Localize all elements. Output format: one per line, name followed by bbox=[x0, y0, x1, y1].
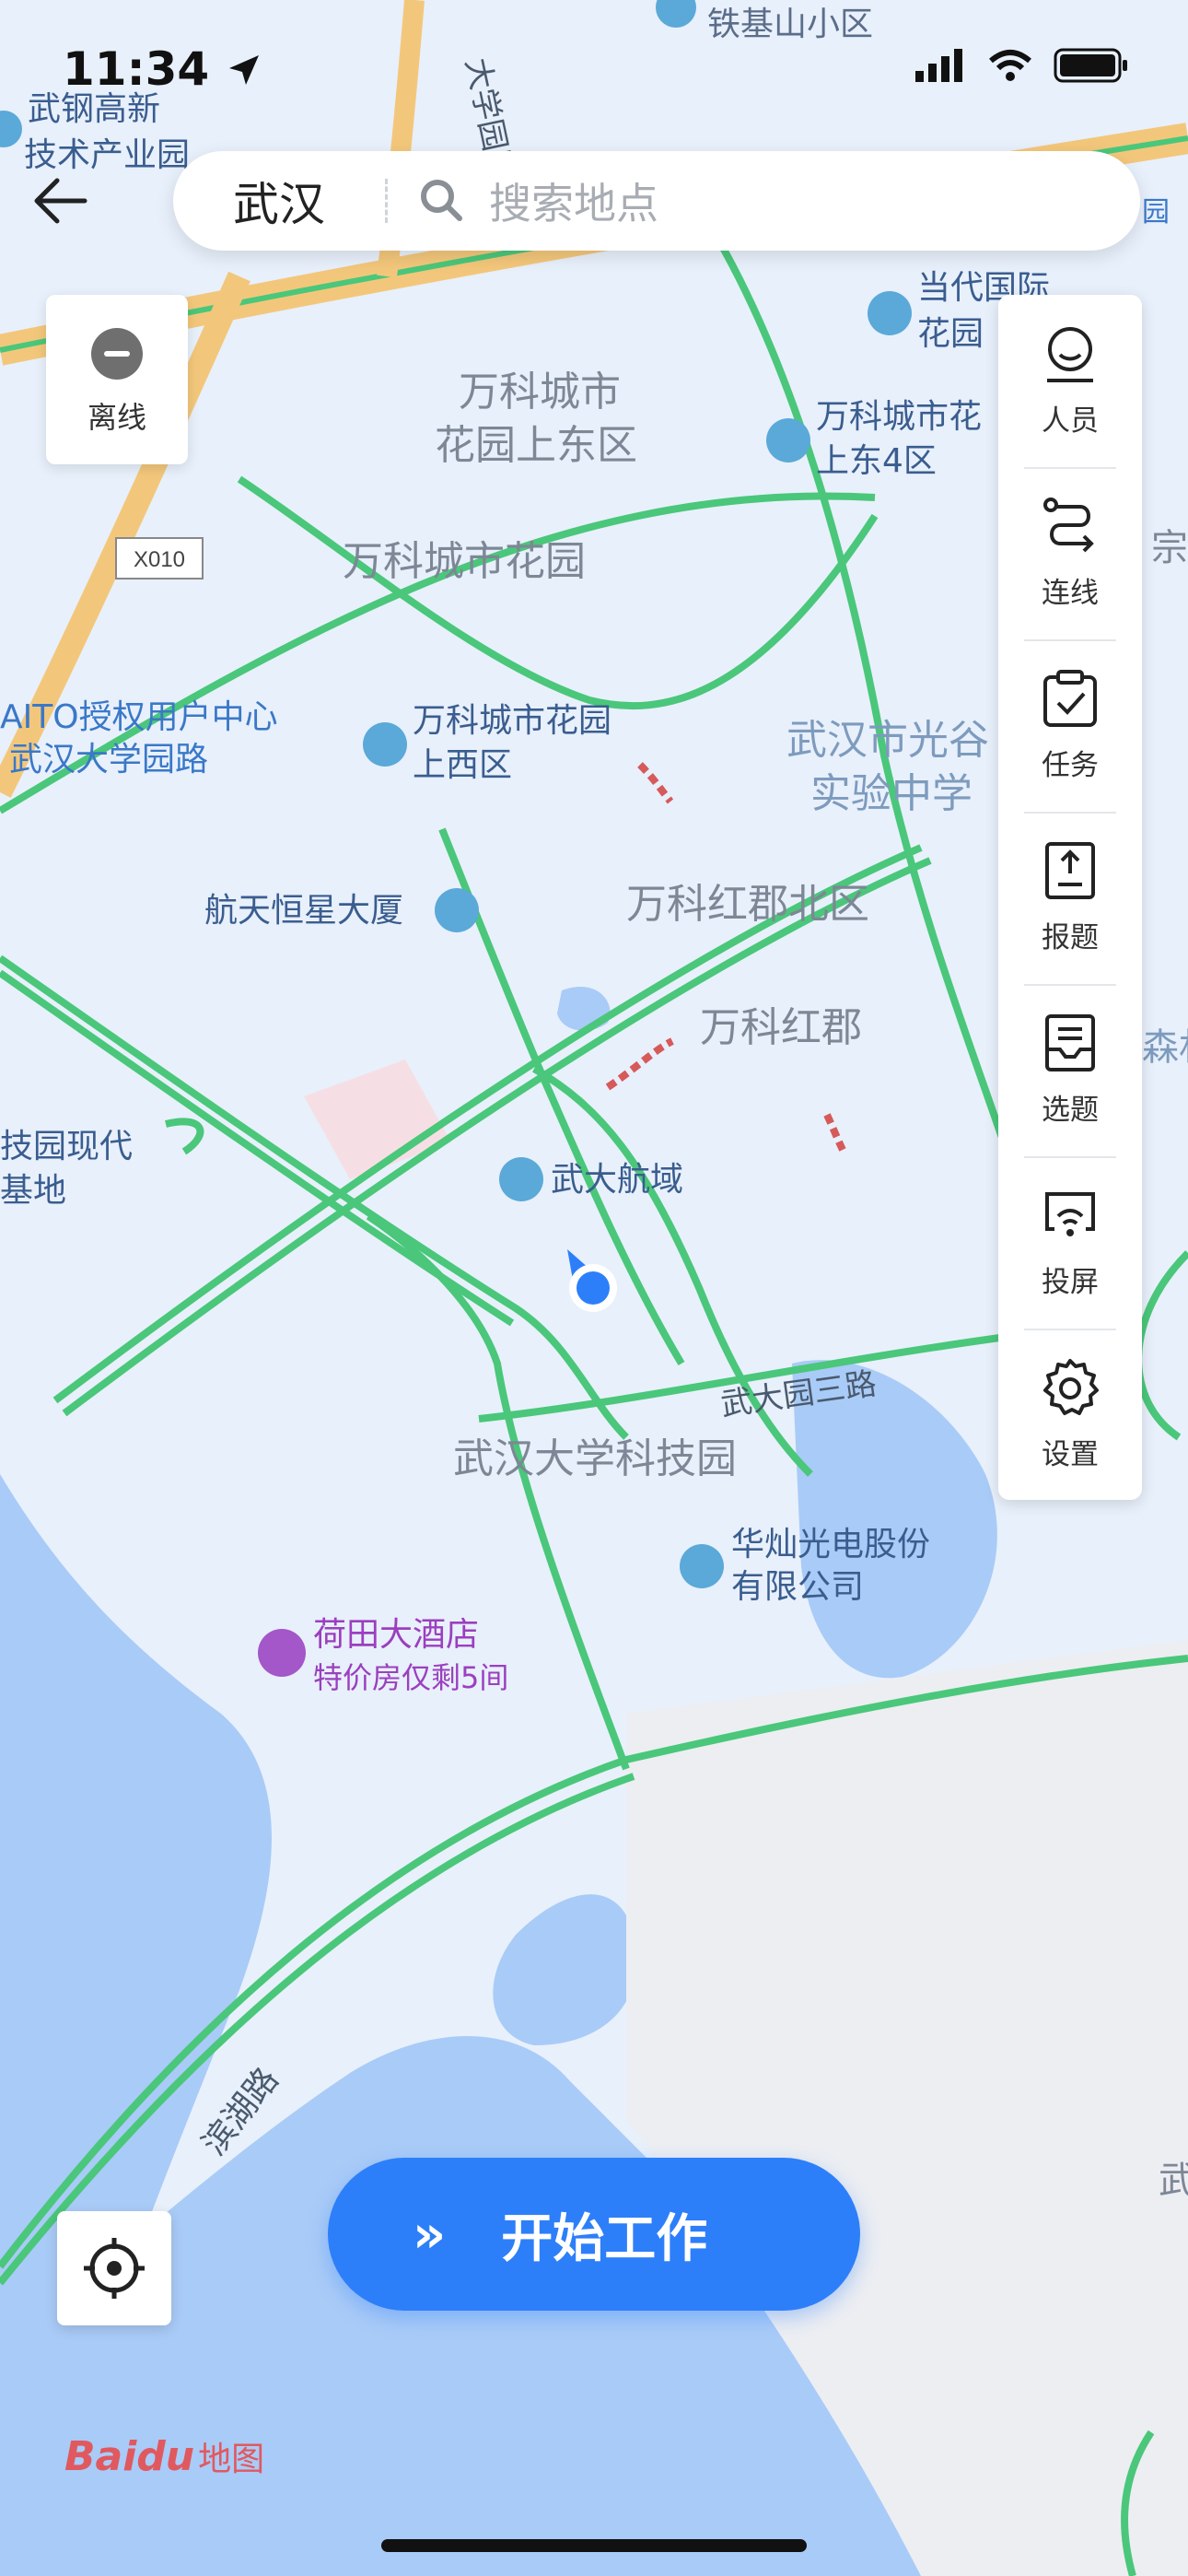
map-label: 技术产业园 bbox=[24, 136, 190, 174]
side-toolbar: 人员 连线 任务 报题 选题 投屏 设置 bbox=[998, 295, 1142, 1500]
map-label: 上西区 bbox=[413, 746, 512, 784]
road-shield-label: X010 bbox=[134, 547, 185, 572]
offline-toggle[interactable]: 离线 bbox=[46, 295, 188, 464]
wifi-icon bbox=[989, 50, 1031, 81]
side-item-label: 设置 bbox=[1042, 1438, 1099, 1471]
person-icon bbox=[1047, 327, 1093, 382]
locate-me-button[interactable] bbox=[57, 2211, 171, 2325]
logo-text: Baidu bbox=[64, 2432, 195, 2480]
city-selector[interactable]: 武汉 bbox=[173, 168, 385, 234]
side-item-topic[interactable]: 选题 bbox=[998, 984, 1142, 1156]
crosshair-icon bbox=[84, 2238, 145, 2299]
map-label: 万科城市花 bbox=[816, 398, 982, 436]
map-label: 园 bbox=[1142, 196, 1170, 228]
map-label: 武 bbox=[1159, 2160, 1188, 2202]
map-label: 上东4区 bbox=[816, 442, 937, 480]
search-icon bbox=[421, 180, 462, 221]
baidu-map-logo: Baidu 地图 bbox=[64, 2432, 264, 2480]
map-label: 武汉大学园路 bbox=[9, 741, 208, 779]
side-item-label: 投屏 bbox=[1042, 1266, 1099, 1299]
map-label: 武钢高新 bbox=[28, 90, 160, 128]
map-label: 万科城市花园 bbox=[343, 538, 586, 585]
route-icon bbox=[1043, 498, 1094, 553]
map-label: 武大航域 bbox=[551, 1161, 683, 1199]
map-label: 武汉市光谷 bbox=[786, 717, 989, 764]
logo-sub: 地图 bbox=[198, 2441, 265, 2478]
cast-icon bbox=[1045, 1192, 1095, 1236]
start-work-label: 开始工作 bbox=[501, 2208, 708, 2269]
map-label: 万科红郡 bbox=[700, 1004, 862, 1051]
building-poi-icon bbox=[680, 1544, 724, 1588]
side-item-report[interactable]: 报题 bbox=[998, 812, 1142, 984]
map-label: AITO授权用户中心 bbox=[0, 698, 278, 736]
side-item-task[interactable]: 任务 bbox=[998, 639, 1142, 812]
map-label: 宗花 bbox=[1151, 527, 1188, 569]
location-arrow-icon bbox=[228, 55, 259, 85]
back-button[interactable] bbox=[31, 171, 90, 230]
start-work-button[interactable]: » 开始工作 bbox=[328, 2158, 860, 2311]
map-label: 铁基山小区 bbox=[707, 6, 873, 43]
back-arrow-icon bbox=[34, 178, 87, 224]
side-item-person[interactable]: 人员 bbox=[998, 295, 1142, 467]
battery-icon bbox=[1054, 48, 1127, 83]
side-item-connect[interactable]: 连线 bbox=[998, 467, 1142, 639]
search-divider bbox=[385, 179, 390, 223]
double-chevron-icon: » bbox=[413, 2204, 446, 2265]
hotel-poi-icon bbox=[258, 1629, 306, 1677]
search-bar[interactable]: 武汉 搜索地点 bbox=[173, 151, 1140, 251]
search-input[interactable]: 搜索地点 bbox=[489, 170, 658, 231]
residential-poi-icon bbox=[363, 722, 407, 767]
map-label: 有限公司 bbox=[731, 1568, 864, 1606]
map-label: 武汉大学科技园 bbox=[453, 1435, 737, 1482]
map-label: 技园现代 bbox=[0, 1128, 133, 1165]
minus-circle-icon bbox=[91, 328, 143, 380]
map-label: 万科城市 bbox=[459, 369, 621, 416]
home-indicator[interactable] bbox=[381, 2539, 807, 2552]
building-poi-icon bbox=[499, 1157, 543, 1201]
map-label: 实验中学 bbox=[810, 770, 973, 817]
map-label: 基地 bbox=[0, 1172, 66, 1210]
side-item-label: 任务 bbox=[1042, 749, 1099, 782]
side-item-settings[interactable]: 设置 bbox=[998, 1329, 1142, 1501]
map-label: 万科红郡北区 bbox=[626, 881, 869, 928]
inbox-doc-icon bbox=[1045, 1014, 1095, 1071]
building-poi-icon bbox=[435, 888, 479, 932]
signal-icon bbox=[915, 49, 962, 82]
side-item-label: 报题 bbox=[1042, 921, 1099, 954]
clipboard-check-icon bbox=[1043, 670, 1097, 727]
residential-poi-icon bbox=[868, 291, 912, 335]
status-time-text: 11:34 bbox=[63, 42, 210, 96]
map-label: 航天恒星大厦 bbox=[204, 892, 403, 930]
map-label: 花园 bbox=[917, 315, 984, 353]
gear-icon bbox=[1043, 1359, 1099, 1415]
side-item-label: 连线 bbox=[1042, 577, 1099, 610]
residential-poi-icon bbox=[766, 418, 810, 463]
offline-label: 离线 bbox=[87, 400, 146, 435]
map-label: 森林 bbox=[1142, 1026, 1188, 1069]
side-item-label: 选题 bbox=[1042, 1094, 1099, 1127]
map-label: 花园上东区 bbox=[435, 422, 637, 469]
side-item-cast[interactable]: 投屏 bbox=[998, 1156, 1142, 1329]
status-time: 11:34 bbox=[63, 42, 262, 96]
upload-doc-icon bbox=[1045, 842, 1095, 899]
map-label: 荷田大酒店 bbox=[313, 1616, 479, 1654]
map-label: 万科城市花园 bbox=[413, 702, 611, 740]
map-label: 特价房仅剩5间 bbox=[313, 1660, 508, 1695]
side-item-label: 人员 bbox=[1042, 404, 1099, 438]
status-indicators bbox=[915, 48, 1129, 83]
map-label: 华灿光电股份 bbox=[731, 1526, 930, 1563]
